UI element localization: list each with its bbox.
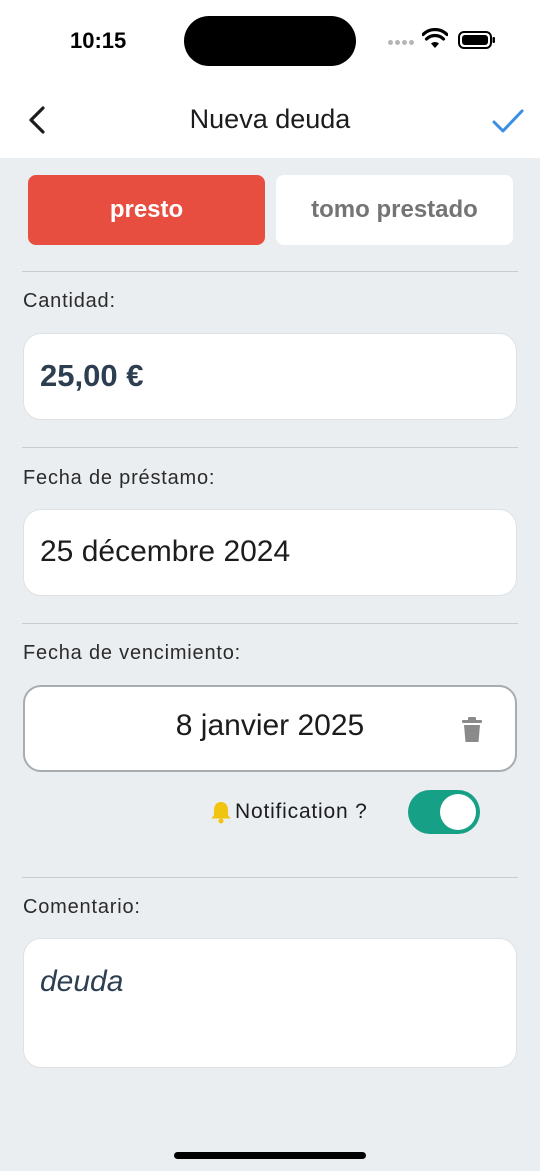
loan-date-value: 25 décembre 2024 <box>40 535 291 568</box>
amount-field[interactable]: 25,00 € <box>23 333 517 420</box>
bell-icon <box>211 802 231 824</box>
dynamic-island <box>184 16 356 66</box>
divider <box>22 623 518 624</box>
amount-value: 25,00 € <box>40 358 144 393</box>
divider <box>22 877 518 878</box>
comment-label: Comentario: <box>23 896 141 918</box>
due-date-value: 8 janvier 2025 <box>175 709 365 742</box>
loan-date-label: Fecha de préstamo: <box>23 467 216 489</box>
amount-label: Cantidad: <box>23 290 116 312</box>
home-indicator[interactable] <box>174 1152 366 1159</box>
page-title: Nueva deuda <box>189 104 351 134</box>
divider <box>22 271 518 272</box>
due-date-field[interactable]: 8 janvier 2025 <box>23 685 517 772</box>
trash-icon[interactable] <box>461 717 483 743</box>
due-date-label: Fecha de vencimiento: <box>23 642 242 664</box>
divider <box>22 447 518 448</box>
wifi-icon <box>422 28 448 48</box>
status-time: 10:15 <box>70 28 127 53</box>
segment-lend-button[interactable]: presto <box>28 175 265 245</box>
status-bar: 10:15 <box>0 0 540 82</box>
segment-borrow-button[interactable]: tomo prestado <box>276 175 513 245</box>
comment-field[interactable]: deuda <box>23 938 517 1068</box>
notification-label: Notification ? <box>235 800 368 823</box>
battery-icon <box>458 31 495 49</box>
checkmark-icon[interactable] <box>490 106 526 136</box>
notification-row: Notification ? <box>210 790 490 834</box>
comment-value: deuda <box>40 965 124 998</box>
nav-bar: Nueva deuda <box>0 82 540 158</box>
signal-icon <box>388 40 414 46</box>
toggle-knob <box>440 794 476 830</box>
loan-date-field[interactable]: 25 décembre 2024 <box>23 509 517 596</box>
notification-toggle[interactable] <box>408 790 480 834</box>
